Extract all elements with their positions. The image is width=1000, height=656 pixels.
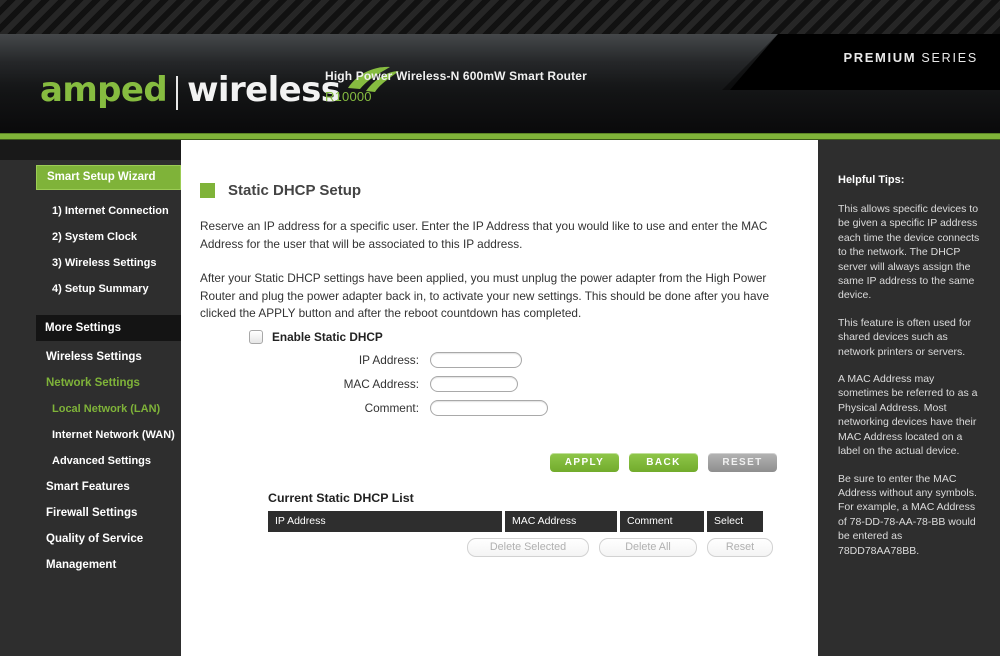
description-paragraph-2: After your Static DHCP settings have bee… [200, 271, 770, 320]
page-title: Static DHCP Setup [228, 182, 362, 199]
ip-address-input[interactable] [430, 352, 522, 368]
comment-label: Comment: [364, 401, 419, 415]
description-paragraph-1: Reserve an IP address for a specific use… [200, 219, 768, 251]
page-description: Reserve an IP address for a specific use… [200, 218, 804, 340]
device-model-number: R10000 [325, 89, 372, 104]
sidebar-item-network-settings[interactable]: Network Settings [36, 370, 181, 396]
sidebar-item-local-network-lan[interactable]: Local Network (LAN) [36, 396, 181, 422]
sidebar-item-smart-setup-wizard[interactable]: Smart Setup Wizard [36, 165, 181, 190]
ip-address-row: IP Address: [200, 352, 804, 368]
column-header-mac-address: MAC Address [505, 511, 617, 532]
sidebar-item-system-clock[interactable]: 2) System Clock [36, 224, 181, 250]
tip-paragraph-2: This feature is often used for shared de… [838, 316, 972, 358]
list-reset-button[interactable]: Reset [707, 538, 773, 557]
tip-paragraph-1: This allows specific devices to be given… [838, 203, 980, 302]
sidebar-section-more-settings: More Settings [36, 315, 181, 341]
logo-wireless-text: wireless [187, 70, 341, 110]
form-action-buttons: APPLY BACK RESET [550, 453, 777, 472]
column-header-comment: Comment [620, 511, 704, 532]
ip-address-label: IP Address: [358, 353, 419, 367]
mac-address-row: MAC Address: [200, 376, 804, 392]
sidebar-item-internet-connection[interactable]: 1) Internet Connection [36, 198, 181, 224]
site-header: PREMIUM SERIES amped wireless High Power… [0, 34, 1000, 133]
device-model-name: High Power Wireless-N 600mW Smart Router [325, 69, 587, 83]
header-green-rule [0, 133, 1000, 140]
page-title-row: Static DHCP Setup [200, 182, 361, 199]
enable-static-dhcp-row[interactable]: Enable Static DHCP [249, 330, 804, 344]
helpful-tips-body: This allows specific devices to be given… [838, 202, 984, 571]
sidebar-item-setup-summary[interactable]: 4) Setup Summary [36, 276, 181, 302]
enable-static-dhcp-checkbox[interactable] [249, 330, 263, 344]
sidebar-item-advanced-settings[interactable]: Advanced Settings [36, 448, 181, 474]
series-word: SERIES [921, 51, 978, 65]
sidebar-item-management[interactable]: Management [36, 552, 181, 578]
back-button[interactable]: BACK [629, 453, 698, 472]
delete-selected-button[interactable]: Delete Selected [467, 538, 589, 557]
sidebar-top-cap [0, 140, 181, 160]
sidebar-item-firewall-settings[interactable]: Firewall Settings [36, 500, 181, 526]
device-model-block: High Power Wireless-N 600mW Smart Router… [325, 69, 587, 104]
main-content: Static DHCP Setup Reserve an IP address … [181, 140, 818, 656]
tip-paragraph-4: Be sure to enter the MAC Address without… [838, 472, 977, 557]
sidebar-item-internet-network-wan[interactable]: Internet Network (WAN) [36, 422, 181, 448]
router-admin-page: PREMIUM SERIES amped wireless High Power… [0, 0, 1000, 656]
delete-all-button[interactable]: Delete All [599, 538, 697, 557]
title-bullet-icon [200, 183, 215, 198]
sidebar-item-quality-of-service[interactable]: Quality of Service [36, 526, 181, 552]
dhcp-list-table: IP Address MAC Address Comment Select [268, 511, 763, 532]
apply-button[interactable]: APPLY [550, 453, 619, 472]
logo-amped-text: amped [40, 70, 168, 110]
premium-word: PREMIUM [843, 50, 917, 65]
static-dhcp-form: Enable Static DHCP IP Address: MAC Addre… [200, 330, 804, 416]
premium-series-label: PREMIUM SERIES [844, 50, 978, 65]
dhcp-list-heading: Current Static DHCP List [268, 491, 414, 505]
dhcp-list-action-buttons: Delete Selected Delete All Reset [467, 538, 773, 557]
mac-address-label: MAC Address: [343, 377, 419, 391]
logo-divider [176, 76, 179, 110]
helpful-tips-heading: Helpful Tips: [838, 174, 905, 186]
left-sidebar: Smart Setup Wizard 1) Internet Connectio… [0, 140, 181, 656]
reset-button[interactable]: RESET [708, 453, 777, 472]
helpful-tips-sidebar: Helpful Tips: This allows specific devic… [818, 140, 1000, 656]
column-header-select: Select [707, 511, 763, 532]
tip-paragraph-3: A MAC Address may sometimes be referred … [838, 373, 978, 458]
comment-input[interactable] [430, 400, 548, 416]
sidebar-item-wireless-settings[interactable]: Wireless Settings [36, 344, 181, 370]
sidebar-item-wireless-settings-wizard[interactable]: 3) Wireless Settings [36, 250, 181, 276]
comment-row: Comment: [200, 400, 804, 416]
mac-address-input[interactable] [430, 376, 518, 392]
top-stripe-bar [0, 0, 1000, 34]
sidebar-item-smart-features[interactable]: Smart Features [36, 474, 181, 500]
enable-static-dhcp-label: Enable Static DHCP [272, 330, 383, 344]
column-header-ip-address: IP Address [268, 511, 502, 532]
main-navigation: Smart Setup Wizard 1) Internet Connectio… [36, 165, 181, 578]
